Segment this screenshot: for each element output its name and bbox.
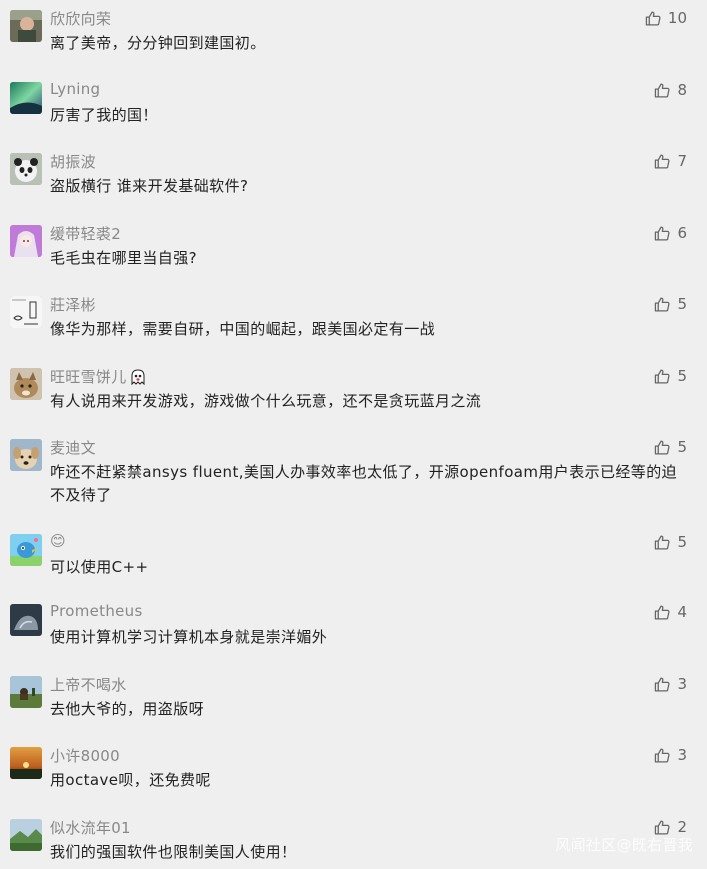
comment-text: 去他大爷的，用盗版呀 — [50, 700, 205, 718]
thumbs-up-icon — [655, 604, 670, 620]
avatar-aurora-icon[interactable] — [10, 82, 42, 114]
like-button[interactable]: 3 — [654, 746, 687, 764]
avatar-bird-icon[interactable] — [10, 534, 42, 566]
thumbs-up-icon — [655, 153, 670, 169]
like-count: 6 — [677, 224, 687, 242]
comment-text: 用octave呗，还免费呢 — [50, 771, 211, 789]
ghost-emoji-icon — [129, 368, 147, 386]
like-button[interactable]: 8 — [654, 81, 687, 99]
like-button[interactable]: 5 — [654, 367, 687, 385]
avatar-portrait-icon[interactable] — [10, 10, 42, 42]
thumbs-up-icon — [655, 747, 670, 763]
like-count: 3 — [677, 675, 687, 693]
like-count: 5 — [677, 438, 687, 456]
nickname[interactable]: 似水流年01 — [50, 817, 131, 838]
thumbs-up-icon — [655, 534, 670, 550]
thumbs-up-icon — [655, 819, 670, 835]
like-button[interactable]: 3 — [654, 675, 687, 693]
thumbs-up-icon — [655, 82, 670, 98]
like-count: 7 — [677, 152, 687, 170]
comment-text: 盗版横行 谁来开发基础软件? — [50, 177, 249, 195]
avatar-sketch-icon[interactable] — [10, 296, 42, 328]
nickname[interactable]: 胡振波 — [50, 151, 96, 172]
like-button[interactable]: 5 — [654, 295, 687, 313]
thumbs-up-icon — [655, 296, 670, 312]
nickname[interactable]: 😊 — [50, 532, 66, 550]
thumbs-up-icon — [645, 10, 661, 26]
comment-text: 厉害了我的国！ — [50, 106, 158, 124]
avatar-dog-icon[interactable] — [10, 439, 42, 471]
avatar-dark-icon[interactable] — [10, 604, 42, 636]
nickname[interactable]: 上帝不喝水 — [50, 674, 127, 695]
like-count: 5 — [677, 295, 687, 313]
thumbs-up-icon — [655, 439, 670, 455]
avatar-landscape-icon[interactable] — [10, 819, 42, 851]
like-button[interactable]: 10 — [645, 9, 687, 27]
comment-text: 可以使用C++ — [50, 558, 149, 576]
thumbs-up-icon — [655, 676, 670, 692]
like-button[interactable]: 5 — [654, 533, 687, 551]
like-button[interactable]: 7 — [654, 152, 687, 170]
nickname[interactable]: 欣欣向荣 — [50, 8, 111, 29]
like-count: 8 — [677, 81, 687, 99]
thumbs-up-icon — [655, 225, 670, 241]
nickname[interactable]: Prometheus — [50, 602, 143, 620]
nickname[interactable]: 小许8000 — [50, 745, 120, 766]
comment-text: 离了美帝，分分钟回到建国初。 — [50, 34, 266, 52]
nickname[interactable]: Lyning — [50, 80, 100, 98]
comment-text: 使用计算机学习计算机本身就是崇洋媚外 — [50, 628, 328, 646]
nickname[interactable]: 旺旺雪饼儿 — [50, 366, 147, 387]
like-button[interactable]: 4 — [654, 603, 687, 621]
avatar-sunset-icon[interactable] — [10, 747, 42, 779]
comment-text: 毛毛虫在哪里当自强? — [50, 249, 197, 267]
comment-text: 像华为那样，需要自研，中国的崛起，跟美国必定有一战 — [50, 320, 436, 338]
thumbs-up-icon — [655, 368, 670, 384]
nickname[interactable]: 莊泽彬 — [50, 294, 96, 315]
like-button[interactable]: 6 — [654, 224, 687, 242]
avatar-cat-icon[interactable] — [10, 368, 42, 400]
avatar-panda-icon[interactable] — [10, 153, 42, 185]
like-count: 5 — [677, 533, 687, 551]
nickname[interactable]: 缓带轻裘2 — [50, 223, 121, 244]
like-count: 5 — [677, 367, 687, 385]
avatar-anime-icon[interactable] — [10, 225, 42, 257]
nickname[interactable]: 麦迪文 — [50, 437, 96, 458]
avatar-field-icon[interactable] — [10, 676, 42, 708]
like-button[interactable]: 5 — [654, 438, 687, 456]
watermark: 风闻社区@既右晋我 — [555, 836, 693, 854]
like-count: 4 — [677, 603, 687, 621]
like-count: 3 — [677, 746, 687, 764]
comment-text: 有人说用来开发游戏，游戏做个什么玩意，还不是贪玩蓝月之流 — [50, 392, 482, 410]
like-count: 10 — [667, 9, 687, 27]
comment-text: 咋还不赶紧禁ansys fluent,美国人办事效率也太低了，开源openfoa… — [50, 463, 678, 504]
